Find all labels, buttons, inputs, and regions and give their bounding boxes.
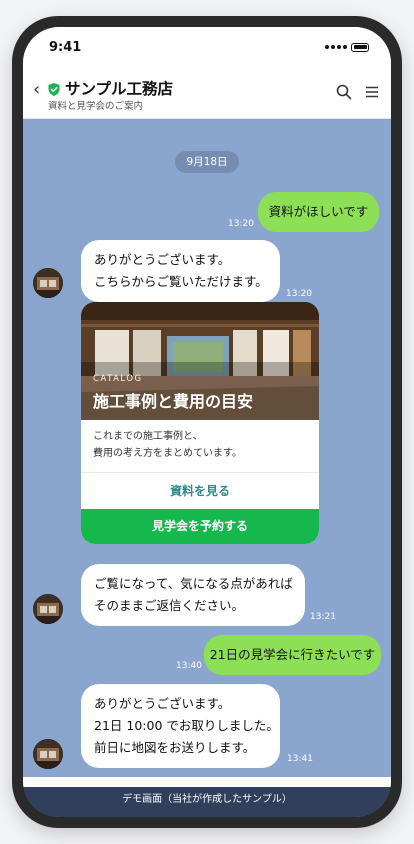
- status-time: 9:41: [49, 39, 82, 55]
- their-message-bubble[interactable]: ご覧になって、気になる点があれば そのままご返信ください。: [81, 564, 305, 626]
- demo-footer: デモ画面（当社が作成したサンプル）: [23, 787, 391, 817]
- house-photo-icon: [33, 594, 63, 624]
- phone-frame: 9:41 ‹ サンプル工務店 資料と見学会のご案内 9月18日 13:20 資料…: [12, 16, 402, 828]
- signal-icon: [325, 45, 347, 49]
- catalog-card: CATALOG 施工事例と費用の目安 これまでの施工事例と、 費用の考え方をまと…: [81, 302, 319, 544]
- message-time: 13:20: [286, 289, 312, 299]
- message-line: そのままご返信ください。: [94, 598, 245, 613]
- book-tour-button[interactable]: 見学会を予約する: [81, 509, 319, 544]
- avatar[interactable]: [33, 268, 63, 298]
- status-icons: [325, 42, 369, 52]
- battery-icon: [351, 42, 369, 52]
- house-photo-icon: [33, 739, 63, 769]
- chat-title: サンプル工務店: [65, 80, 174, 98]
- chat-header: ‹ サンプル工務店 資料と見学会のご案内: [23, 67, 391, 119]
- menu-icon[interactable]: [363, 83, 381, 101]
- input-bar: [23, 777, 391, 787]
- message-line: 前日に地図をお送りします。: [94, 740, 256, 755]
- avatar[interactable]: [33, 739, 63, 769]
- house-photo-icon: [33, 268, 63, 298]
- card-body-line: 費用の考え方をまとめています。: [93, 448, 242, 459]
- date-separator: 9月18日: [175, 151, 239, 173]
- their-message-bubble[interactable]: ありがとうございます。 こちらからご覧いただけます。: [81, 240, 280, 302]
- card-title: 施工事例と費用の目安: [93, 392, 254, 411]
- message-time: 13:41: [287, 754, 313, 764]
- card-description: これまでの施工事例と、 費用の考え方をまとめています。: [93, 428, 242, 462]
- message-line: こちらからご覧いただけます。: [94, 274, 268, 289]
- back-icon[interactable]: ‹: [33, 79, 40, 100]
- message-time: 13:20: [228, 219, 254, 229]
- chat-screen: 9:41 ‹ サンプル工務店 資料と見学会のご案内 9月18日 13:20 資料…: [23, 27, 391, 817]
- message-text: 資料がほしいです: [268, 204, 369, 219]
- message-line: 21日 10:00 でお取りしました。: [94, 718, 279, 733]
- message-time: 13:40: [176, 661, 202, 671]
- message-line: ありがとうございます。: [94, 252, 231, 267]
- message-line: ご覧になって、気になる点があれば: [94, 576, 293, 591]
- message-time: 13:21: [310, 612, 336, 622]
- message-text: 21日の見学会に行きたいです: [209, 647, 376, 662]
- avatar[interactable]: [33, 594, 63, 624]
- search-icon[interactable]: [335, 83, 353, 101]
- card-body-line: これまでの施工事例と、: [93, 431, 203, 442]
- my-message-bubble[interactable]: 21日の見学会に行きたいです: [204, 635, 381, 675]
- status-bar: 9:41: [23, 27, 391, 67]
- chat-subtitle: 資料と見学会のご案内: [48, 101, 144, 112]
- my-message-bubble[interactable]: 資料がほしいです: [258, 192, 379, 232]
- card-eyebrow: CATALOG: [93, 374, 143, 384]
- message-line: ありがとうございます。: [94, 696, 231, 711]
- their-message-bubble[interactable]: ありがとうございます。 21日 10:00 でお取りしました。 前日に地図をお送…: [81, 684, 280, 768]
- view-catalog-button[interactable]: 資料を見る: [81, 473, 319, 509]
- shield-check-icon: [48, 83, 60, 96]
